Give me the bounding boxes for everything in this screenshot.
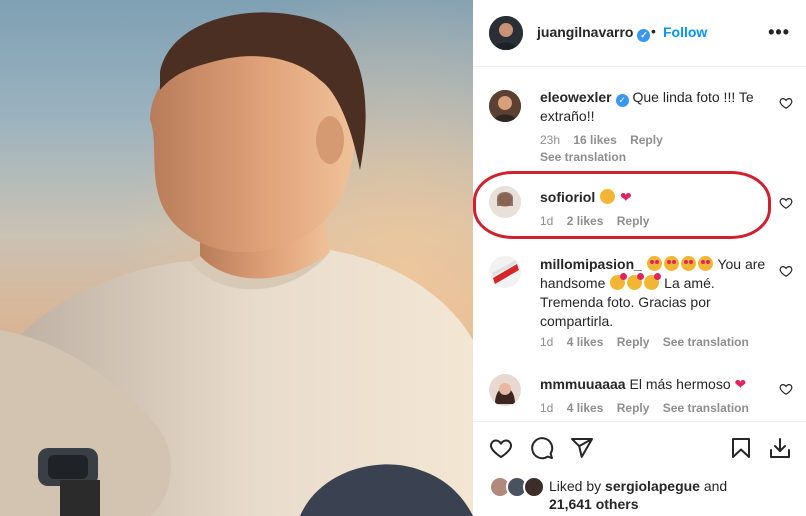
heart-icon[interactable] bbox=[779, 196, 793, 210]
kissing-heart-emoji-icon bbox=[627, 273, 645, 290]
comment-text: eleowexler ✓ Que linda foto !!! Te extrañ… bbox=[540, 88, 776, 126]
heart-eyes-emoji-icon bbox=[646, 256, 662, 271]
heart-eyes-emoji-icon bbox=[697, 256, 713, 271]
post-panel: juangilnavarro ✓ • Follow ••• eleowexler ✓… bbox=[473, 0, 806, 516]
heart-eyes-emoji-icon bbox=[680, 256, 696, 271]
commenter-avatar[interactable] bbox=[489, 374, 521, 406]
share-icon[interactable] bbox=[570, 436, 594, 460]
commenter-avatar-image bbox=[489, 256, 521, 288]
see-translation-link[interactable]: See translation bbox=[663, 401, 749, 415]
comment-likes[interactable]: 4 likes bbox=[567, 401, 604, 415]
action-bar bbox=[473, 421, 806, 472]
liked-by-user[interactable]: sergiolapegue bbox=[605, 478, 700, 494]
liked-by-row: Liked by sergiolapegue and 21,641 others bbox=[473, 472, 806, 516]
post-header: juangilnavarro ✓ • Follow ••• bbox=[473, 0, 806, 67]
comment-time[interactable]: 1d bbox=[540, 335, 553, 349]
commenter-avatar-image bbox=[489, 374, 521, 406]
follow-button[interactable]: Follow bbox=[663, 24, 707, 40]
download-icon[interactable] bbox=[768, 436, 792, 460]
reply-button[interactable]: Reply bbox=[617, 214, 650, 228]
heart-icon[interactable] bbox=[779, 96, 793, 110]
comment-username[interactable]: millomipasion_ bbox=[540, 256, 642, 272]
comment-content-part: handsome bbox=[540, 275, 606, 291]
heart-eyes-emoji-icon bbox=[663, 256, 679, 271]
comment-meta: 23h 16 likes Reply bbox=[540, 133, 673, 147]
comment-content-part: You are bbox=[717, 256, 766, 272]
comment-username[interactable]: eleowexler bbox=[540, 89, 612, 105]
author-username[interactable]: juangilnavarro ✓ bbox=[537, 24, 651, 42]
comment-time[interactable]: 23h bbox=[540, 133, 560, 147]
comment-likes[interactable]: 4 likes bbox=[567, 335, 604, 349]
comment-text: sofioriol ❤ bbox=[540, 188, 776, 207]
comment-content-part: Tremenda foto. Gracias por compartirla. bbox=[540, 294, 711, 329]
red-heart-emoji-icon: ❤ bbox=[734, 376, 747, 392]
blushing-emoji-icon bbox=[600, 189, 616, 204]
post-photo bbox=[0, 0, 473, 516]
comment-meta: 1d 4 likes Reply See translation bbox=[540, 401, 759, 415]
comment-content-part: La amé. bbox=[664, 275, 715, 291]
verified-icon: ✓ bbox=[637, 29, 651, 42]
author-avatar-image bbox=[489, 16, 523, 50]
liked-by-prefix: Liked by bbox=[549, 478, 602, 494]
liked-by-and: and bbox=[703, 478, 728, 494]
verified-icon: ✓ bbox=[615, 94, 629, 107]
red-heart-emoji-icon: ❤ bbox=[620, 189, 632, 205]
author-avatar[interactable] bbox=[489, 16, 523, 50]
heart-icon[interactable] bbox=[779, 382, 793, 396]
liker-avatar[interactable] bbox=[523, 476, 545, 498]
liked-by-others[interactable]: 21,641 others bbox=[549, 496, 639, 512]
comment-text: millomipasion_ You are handsome La amé. … bbox=[540, 255, 776, 331]
commenter-avatar[interactable] bbox=[489, 186, 521, 218]
post-photo-illustration bbox=[0, 0, 473, 516]
comment-time[interactable]: 1d bbox=[540, 214, 553, 228]
comment-likes[interactable]: 16 likes bbox=[573, 133, 616, 147]
see-translation-link[interactable]: See translation bbox=[540, 150, 626, 164]
separator-dot: • bbox=[651, 23, 656, 39]
comment-likes[interactable]: 2 likes bbox=[567, 214, 604, 228]
commenter-avatar[interactable] bbox=[489, 90, 521, 122]
comment-content: El más hermoso bbox=[629, 376, 731, 392]
comment-username[interactable]: mmmuuaaaa bbox=[540, 376, 626, 392]
comment-meta: 1d 2 likes Reply bbox=[540, 214, 659, 228]
comment-meta: 1d 4 likes Reply See translation bbox=[540, 335, 759, 349]
comment-username[interactable]: sofioriol bbox=[540, 189, 595, 205]
comment-time[interactable]: 1d bbox=[540, 401, 553, 415]
comment-text: mmmuuaaaa El más hermoso ❤ bbox=[540, 375, 776, 394]
bookmark-icon[interactable] bbox=[729, 436, 753, 460]
commenter-avatar[interactable] bbox=[489, 256, 521, 288]
heart-icon[interactable] bbox=[779, 264, 793, 278]
more-icon[interactable]: ••• bbox=[768, 22, 790, 43]
commenter-avatar-image bbox=[489, 186, 521, 218]
author-username-text[interactable]: juangilnavarro bbox=[537, 24, 633, 40]
commenter-avatar-image bbox=[489, 90, 521, 122]
kissing-heart-emoji-icon bbox=[610, 273, 628, 290]
liked-by-text: Liked by sergiolapegue and 21,641 others bbox=[549, 477, 727, 513]
reply-button[interactable]: Reply bbox=[630, 133, 663, 147]
like-heart-icon[interactable] bbox=[489, 436, 513, 460]
see-translation-link[interactable]: See translation bbox=[663, 335, 749, 349]
reply-button[interactable]: Reply bbox=[617, 401, 650, 415]
reply-button[interactable]: Reply bbox=[617, 335, 650, 349]
kissing-heart-emoji-icon bbox=[644, 273, 662, 290]
comment-icon[interactable] bbox=[530, 436, 554, 460]
